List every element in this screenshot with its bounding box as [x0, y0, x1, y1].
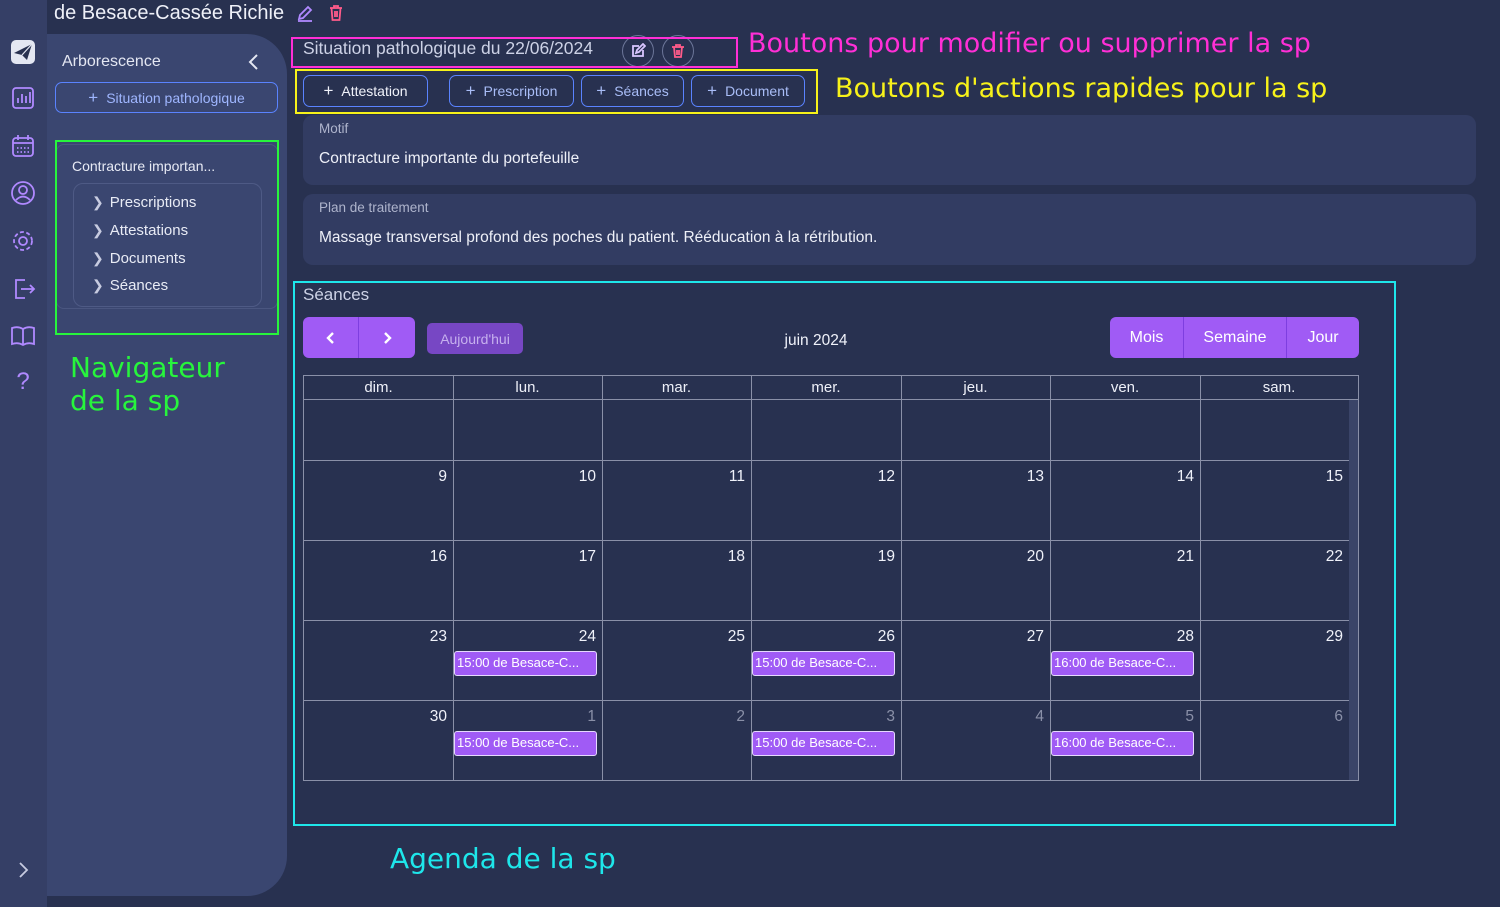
annotation-box-agenda [293, 281, 1396, 826]
sidebar-title: Arborescence [62, 53, 161, 70]
icon-rail: ? [0, 0, 47, 907]
add-situation-button[interactable]: + Situation pathologique [55, 82, 278, 113]
annotation-quick-actions: Boutons d'actions rapides pour la sp [835, 73, 1328, 104]
annotation-agenda: Agenda de la sp [390, 842, 616, 875]
plan-label: Plan de traitement [319, 200, 429, 215]
add-situation-label: Situation pathologique [106, 89, 245, 106]
expand-rail-icon[interactable] [9, 856, 37, 884]
delete-patient-icon[interactable] [327, 4, 345, 22]
annotation-header-buttons: Boutons pour modifier ou supprimer la sp [748, 28, 1311, 59]
annotation-box-quick-actions [295, 69, 818, 114]
plan-value: Massage transversal profond des poches d… [319, 229, 878, 246]
annotation-navigator: Navigateur de la sp [70, 351, 225, 417]
annotation-box-header-buttons [291, 37, 738, 68]
help-icon[interactable]: ? [9, 368, 37, 396]
annotation-box-navigator [55, 140, 279, 335]
settings-icon[interactable] [9, 227, 37, 255]
plus-icon: + [88, 87, 99, 107]
edit-patient-icon[interactable] [296, 4, 314, 22]
motif-label: Motif [319, 121, 349, 136]
calendar-icon[interactable] [9, 132, 37, 160]
annotation-navigator-line: Navigateur [70, 351, 225, 384]
book-icon[interactable] [9, 322, 37, 350]
stats-icon[interactable] [9, 84, 37, 112]
logout-icon[interactable] [9, 275, 37, 303]
motif-value: Contracture importante du portefeuille [319, 150, 580, 167]
motif-card: Motif Contracture importante du portefeu… [303, 115, 1476, 185]
collapse-sidebar-icon[interactable] [245, 52, 263, 72]
patient-name: de Besace-Cassée Richie [54, 2, 285, 24]
user-icon[interactable] [9, 179, 37, 207]
plan-card: Plan de traitement Massage transversal p… [303, 194, 1476, 265]
app-logo-icon[interactable] [9, 38, 37, 66]
annotation-navigator-line: de la sp [70, 384, 181, 417]
